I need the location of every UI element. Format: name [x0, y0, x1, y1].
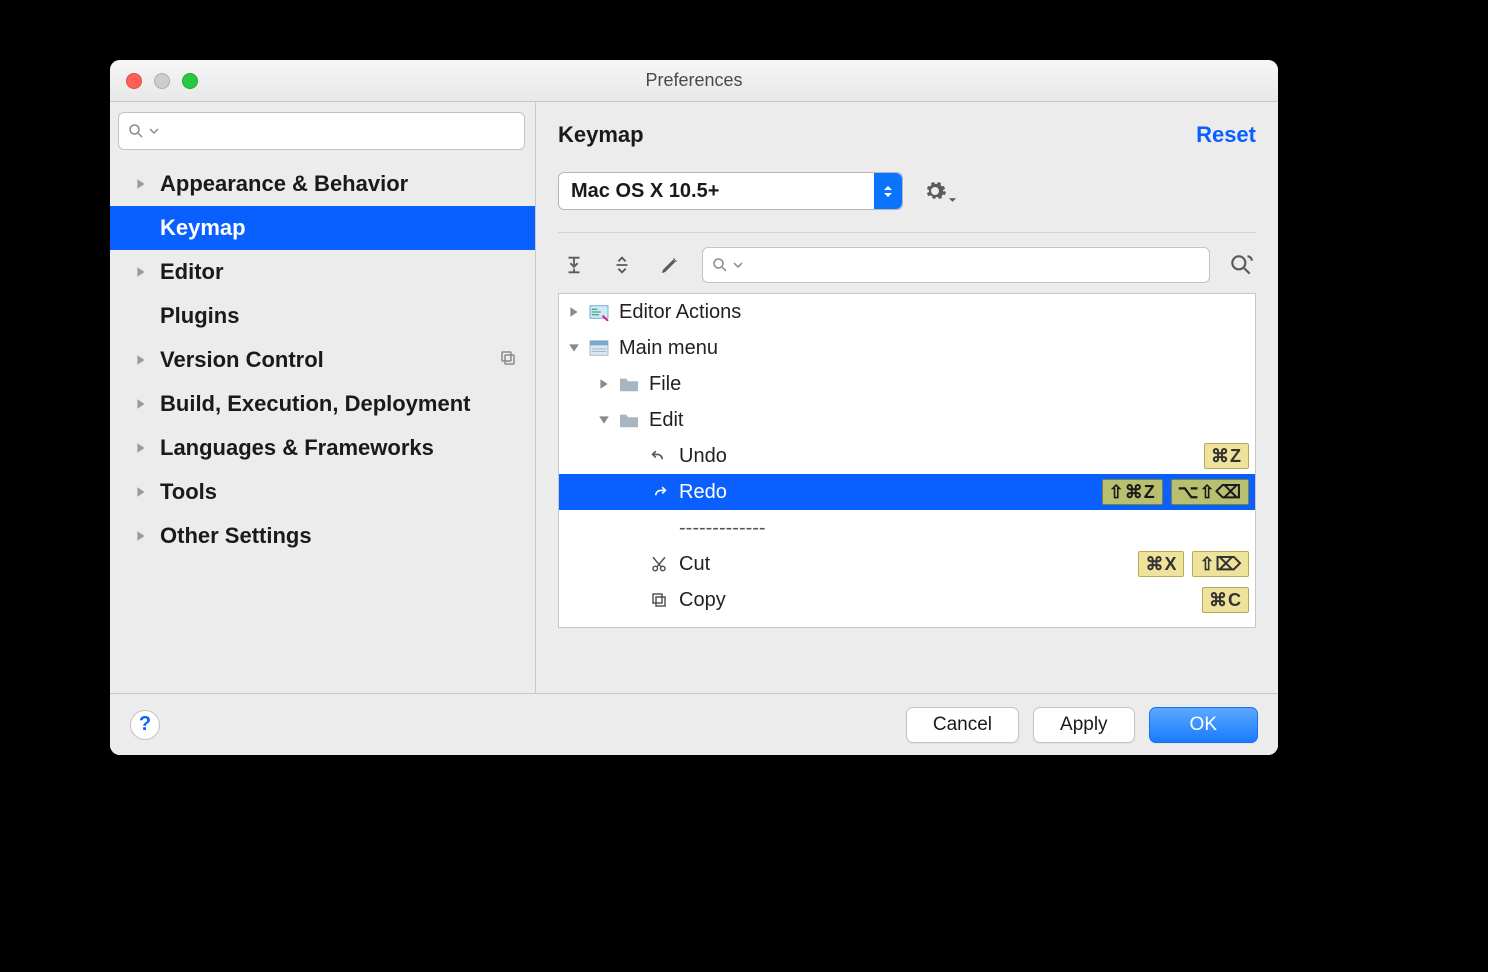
sidebar-item-label: Appearance & Behavior — [160, 171, 408, 197]
keymap-scheme-value: Mac OS X 10.5+ — [571, 180, 719, 203]
collapse-all-icon — [611, 254, 633, 276]
reset-link[interactable]: Reset — [1196, 122, 1256, 148]
select-stepper-icon — [874, 173, 902, 209]
preferences-window: Preferences Appearance & Behavior Keymap — [110, 60, 1278, 755]
sidebar-item-appearance[interactable]: Appearance & Behavior — [110, 162, 535, 206]
undo-icon — [647, 446, 671, 466]
expand-all-icon — [563, 254, 585, 276]
search-icon — [711, 256, 729, 274]
tree-label: Copy — [679, 589, 1194, 612]
sidebar-item-other-settings[interactable]: Other Settings — [110, 514, 535, 558]
sidebar-item-label: Plugins — [160, 303, 239, 329]
profile-copy-icon — [499, 347, 517, 373]
sidebar-list: Appearance & Behavior Keymap Editor Plug… — [110, 162, 535, 693]
sidebar-item-label: Build, Execution, Deployment — [160, 391, 470, 417]
zoom-window-button[interactable] — [182, 73, 198, 89]
sidebar-item-label: Editor — [160, 259, 224, 285]
tree-label: Undo — [679, 445, 1196, 468]
cut-icon — [647, 554, 671, 574]
edit-shortcut-button[interactable] — [654, 249, 686, 281]
sidebar-item-label: Tools — [160, 479, 217, 505]
dialog-button-bar: ? Cancel Apply OK — [110, 693, 1278, 755]
sidebar-item-label: Keymap — [160, 215, 246, 241]
pencil-icon — [660, 255, 680, 275]
page-title: Keymap — [558, 122, 644, 148]
tree-label: Redo — [679, 481, 1094, 504]
tree-node-cut[interactable]: Cut ⌘X ⇧⌦ — [559, 546, 1255, 582]
redo-icon — [647, 482, 671, 502]
titlebar: Preferences — [110, 60, 1278, 102]
chevron-down-icon — [733, 260, 743, 270]
action-search-input[interactable] — [747, 255, 1201, 276]
keymap-tree[interactable]: Editor Actions Main menu File Edit — [558, 293, 1256, 628]
sidebar-item-editor[interactable]: Editor — [110, 250, 535, 294]
folder-icon — [617, 374, 641, 394]
tree-node-separator: ------------- — [559, 510, 1255, 546]
tree-label: File — [649, 373, 1249, 396]
shortcut-badge: ⇧⌘Z — [1102, 479, 1163, 505]
sidebar-search-input[interactable] — [163, 121, 516, 142]
cancel-button[interactable]: Cancel — [906, 707, 1019, 743]
find-shortcut-icon — [1228, 252, 1254, 278]
sidebar-search[interactable] — [118, 112, 525, 150]
tree-label: Edit — [649, 409, 1249, 432]
keymap-actions-gear[interactable] — [923, 179, 947, 203]
help-button[interactable]: ? — [130, 710, 160, 740]
menu-icon — [587, 338, 611, 358]
tree-node-copy[interactable]: Copy ⌘C — [559, 582, 1255, 618]
shortcut-badge: ⌥⇧⌫ — [1171, 479, 1249, 505]
ok-button[interactable]: OK — [1149, 707, 1258, 743]
gear-icon — [923, 179, 947, 203]
collapse-all-button[interactable] — [606, 249, 638, 281]
folder-icon — [617, 410, 641, 430]
tree-label: Editor Actions — [619, 301, 1249, 324]
window-title: Preferences — [110, 70, 1278, 91]
sidebar-item-label: Version Control — [160, 347, 324, 373]
tree-label: ------------- — [679, 517, 1249, 540]
chevron-down-icon — [948, 197, 957, 203]
sidebar-item-label: Other Settings — [160, 523, 312, 549]
shortcut-badge: ⇧⌦ — [1192, 551, 1249, 577]
shortcut-badge: ⌘X — [1138, 551, 1184, 577]
tree-node-file[interactable]: File — [559, 366, 1255, 402]
shortcut-badge: ⌘C — [1202, 587, 1249, 613]
sidebar-item-plugins[interactable]: Plugins — [110, 294, 535, 338]
tree-node-edit[interactable]: Edit — [559, 402, 1255, 438]
copy-icon — [647, 590, 671, 610]
sidebar-item-keymap[interactable]: Keymap — [110, 206, 535, 250]
window-controls — [126, 73, 198, 89]
editor-actions-icon — [587, 302, 611, 322]
tree-label: Main menu — [619, 337, 1249, 360]
preferences-sidebar: Appearance & Behavior Keymap Editor Plug… — [110, 102, 536, 693]
search-icon — [127, 122, 145, 140]
chevron-down-icon — [149, 126, 159, 136]
tree-node-undo[interactable]: Undo ⌘Z — [559, 438, 1255, 474]
keymap-scheme-select[interactable]: Mac OS X 10.5+ — [558, 172, 903, 210]
apply-button[interactable]: Apply — [1033, 707, 1135, 743]
tree-node-editor-actions[interactable]: Editor Actions — [559, 294, 1255, 330]
sidebar-item-tools[interactable]: Tools — [110, 470, 535, 514]
expand-all-button[interactable] — [558, 249, 590, 281]
tree-node-redo[interactable]: Redo ⇧⌘Z ⌥⇧⌫ — [559, 474, 1255, 510]
keymap-panel: Keymap Reset Mac OS X 10.5+ — [536, 102, 1278, 693]
shortcut-badge: ⌘Z — [1204, 443, 1249, 469]
sidebar-item-label: Languages & Frameworks — [160, 435, 434, 461]
sidebar-item-languages[interactable]: Languages & Frameworks — [110, 426, 535, 470]
tree-node-main-menu[interactable]: Main menu — [559, 330, 1255, 366]
action-search[interactable] — [702, 247, 1210, 283]
sidebar-item-version-control[interactable]: Version Control — [110, 338, 535, 382]
minimize-window-button[interactable] — [154, 73, 170, 89]
find-by-shortcut-button[interactable] — [1226, 250, 1256, 280]
close-window-button[interactable] — [126, 73, 142, 89]
sidebar-item-build[interactable]: Build, Execution, Deployment — [110, 382, 535, 426]
tree-label: Cut — [679, 553, 1130, 576]
